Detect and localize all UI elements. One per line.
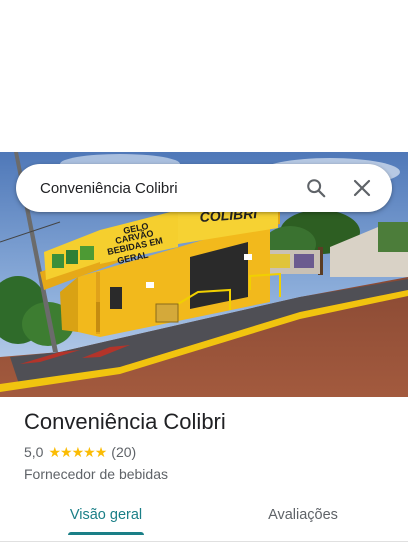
- place-info: Conveniência Colibri 5,0 ★ ★ ★ ★ ★ (20) …: [24, 408, 394, 482]
- place-category: Fornecedor de bebidas: [24, 466, 168, 482]
- search-button[interactable]: [296, 168, 336, 208]
- star-icon: ★: [94, 444, 108, 460]
- rating-value: 5,0: [24, 444, 44, 460]
- star-icon: ★: [83, 444, 96, 460]
- tab-overview[interactable]: Visão geral: [68, 494, 144, 536]
- search-bar[interactable]: Conveniência Colibri: [16, 164, 392, 212]
- close-icon: [353, 179, 371, 197]
- star-icon: ★: [60, 444, 73, 460]
- place-title: Conveniência Colibri: [24, 409, 226, 434]
- active-tab-indicator: [68, 532, 144, 535]
- search-input[interactable]: Conveniência Colibri: [16, 180, 296, 197]
- map-top-area: [0, 0, 408, 152]
- tabs-divider: [0, 541, 408, 542]
- tab-reviews[interactable]: Avaliações: [262, 494, 344, 536]
- search-icon: [307, 179, 326, 198]
- star-icon: ★: [71, 444, 85, 460]
- star-icon: ★: [48, 444, 61, 460]
- star-rating: ★ ★ ★ ★ ★: [48, 444, 108, 460]
- place-tabs: Visão geral Avaliações: [0, 494, 408, 536]
- review-count: (20): [111, 444, 137, 460]
- rating-row[interactable]: 5,0 ★ ★ ★ ★ ★ (20): [24, 443, 394, 461]
- close-button[interactable]: [342, 168, 382, 208]
